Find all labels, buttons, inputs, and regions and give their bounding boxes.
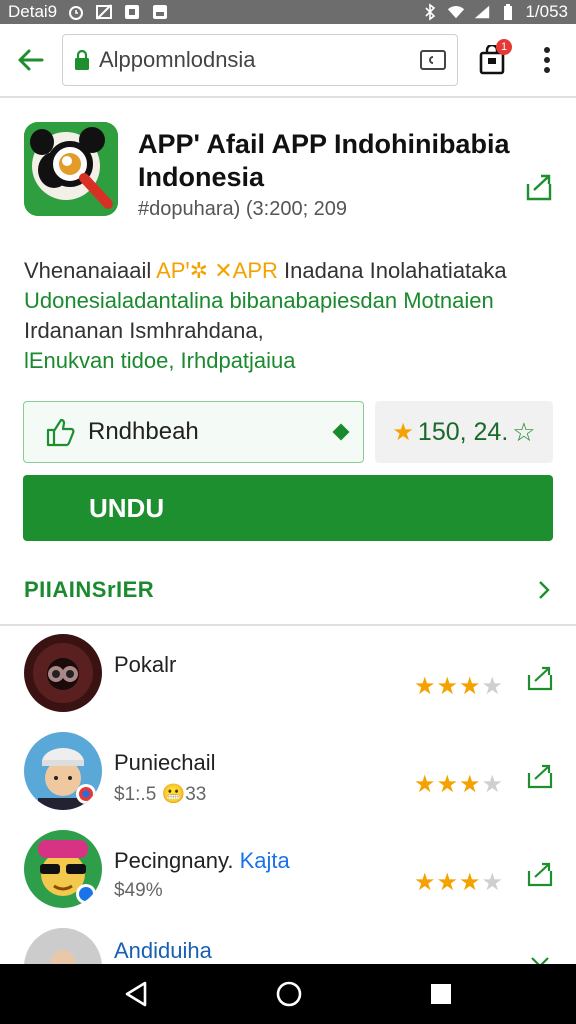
review-item[interactable]: Pokalr ★★★★ bbox=[24, 634, 554, 714]
avatar bbox=[24, 634, 102, 712]
install-selector[interactable]: Rndhbeah bbox=[23, 401, 364, 463]
tab-switcher-icon[interactable] bbox=[419, 49, 447, 71]
avatar bbox=[24, 928, 102, 964]
share-icon[interactable] bbox=[526, 860, 554, 888]
app-title: APP' Afail APP Indohinibabia Indonesia bbox=[138, 129, 510, 192]
alarm-icon bbox=[67, 3, 85, 21]
rating-box[interactable]: ★ 150, 24. ☆ bbox=[375, 401, 553, 463]
app-meta: #dopuhara) (3:200; 209 bbox=[138, 198, 348, 220]
battery-icon bbox=[499, 3, 517, 21]
description-line-3: Irdananan Ismhrahdana, bbox=[24, 318, 264, 343]
description-highlight: APꞌ✲ ✕APR bbox=[156, 258, 278, 283]
review-stars: ★★★★ bbox=[414, 869, 505, 896]
review-author: Puniechail bbox=[114, 750, 216, 775]
star-outline-icon: ☆ bbox=[512, 416, 536, 447]
status-bar: Detai9 1/053 bbox=[0, 0, 576, 24]
overflow-menu-button[interactable] bbox=[522, 23, 572, 97]
back-button[interactable] bbox=[0, 23, 60, 97]
status-left-text: Detai9 bbox=[8, 2, 58, 21]
review-author: Andiduiha bbox=[114, 938, 212, 963]
notification-icon bbox=[123, 3, 141, 21]
share-icon[interactable] bbox=[524, 172, 554, 202]
description-line-1: Vhenanaiaail APꞌ✲ ✕APR Inadana Inolahati… bbox=[24, 256, 554, 286]
nav-recents-icon[interactable] bbox=[429, 982, 453, 1006]
action-row: Rndhbeah ★ 150, 24. ☆ bbox=[23, 401, 553, 463]
share-icon[interactable] bbox=[526, 664, 554, 692]
review-stars: ★★★★ bbox=[414, 673, 505, 700]
url-bar[interactable]: Alppomnlodnsia bbox=[62, 34, 458, 86]
panda-magnifier-icon bbox=[24, 122, 118, 216]
review-subtext: $1:.5 😬33 bbox=[114, 784, 207, 805]
back-arrow-icon bbox=[18, 49, 44, 71]
description-text: Vhenanaiaail bbox=[24, 258, 157, 283]
share-icon[interactable] bbox=[526, 762, 554, 790]
system-nav-bar bbox=[0, 964, 576, 1024]
photo-icon bbox=[151, 3, 169, 21]
review-item[interactable]: Andiduiha bbox=[24, 928, 554, 964]
lock-icon bbox=[75, 49, 89, 70]
review-item[interactable]: Pecingnany. Kajta $49% ★★★★ bbox=[24, 830, 554, 910]
divider bbox=[0, 624, 576, 626]
chevron-right-icon bbox=[539, 581, 550, 599]
description-line-2: Udonesialadantalina bibanabapiesdan Motn… bbox=[24, 288, 494, 313]
nav-home-icon[interactable] bbox=[275, 980, 303, 1008]
nav-back-icon[interactable] bbox=[123, 980, 149, 1008]
review-author-name: Pecingnany. bbox=[114, 848, 240, 873]
downloads-button[interactable]: 1 bbox=[462, 23, 522, 97]
star-filled-icon: ★ bbox=[392, 418, 414, 446]
status-time: 1/053 bbox=[525, 2, 568, 21]
app-header: APP' Afail APP Indohinibabia Indonesia #… bbox=[24, 122, 554, 222]
description-text: Inadana Inolahatiataka bbox=[277, 258, 507, 283]
description-line-4: lEnukvan tidoe, Irhdpatjaiua bbox=[24, 348, 296, 373]
review-item[interactable]: Puniechail $1:.5 😬33 ★★★★ bbox=[24, 732, 554, 812]
section-title: PIIAINSrIER bbox=[24, 577, 155, 602]
download-button[interactable]: UNDU bbox=[23, 475, 553, 541]
notification-badge: 1 bbox=[496, 39, 512, 55]
chevron-down-icon[interactable] bbox=[526, 944, 554, 964]
avatar bbox=[24, 830, 102, 908]
app-icon[interactable] bbox=[24, 122, 118, 216]
install-selector-label: Rndhbeah bbox=[88, 418, 199, 445]
review-subtext: $49% bbox=[114, 880, 163, 901]
wifi-icon bbox=[447, 3, 465, 21]
browser-toolbar: Alppomnlodnsia 1 bbox=[0, 24, 576, 98]
section-header[interactable]: PIIAINSrIER bbox=[24, 562, 554, 618]
review-author: Pokalr bbox=[114, 652, 177, 677]
thumbs-up-icon bbox=[46, 418, 75, 447]
more-vert-icon bbox=[544, 47, 550, 73]
review-author-tag: Kajta bbox=[239, 848, 290, 873]
bluetooth-icon bbox=[421, 3, 439, 21]
dropdown-diamond-icon bbox=[332, 423, 350, 441]
review-stars: ★★★★ bbox=[414, 771, 505, 798]
rating-value: 150, 24. bbox=[417, 417, 509, 446]
url-text: Alppomnlodnsia bbox=[99, 47, 256, 72]
avatar bbox=[24, 732, 102, 810]
no-image-icon bbox=[95, 3, 113, 21]
signal-icon bbox=[473, 3, 491, 21]
review-author: Pecingnany. Kajta bbox=[114, 848, 290, 874]
app-description: Vhenanaiaail APꞌ✲ ✕APR Inadana Inolahati… bbox=[24, 256, 554, 376]
